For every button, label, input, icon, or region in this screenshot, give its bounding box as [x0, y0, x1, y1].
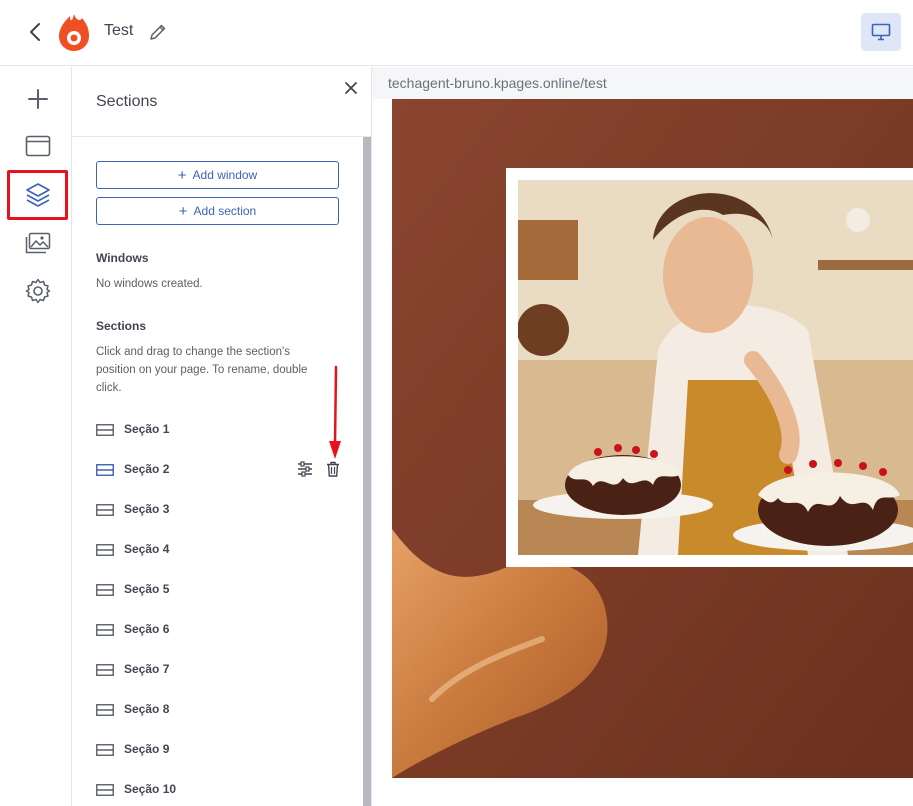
section-label: Seção 4: [124, 542, 170, 556]
annotation-arrow: [329, 365, 341, 459]
scrollbar-thumb[interactable]: [363, 137, 371, 806]
sections-button[interactable]: [7, 170, 68, 220]
browser-window-icon: [25, 135, 51, 157]
section-row[interactable]: Seção 9: [96, 736, 346, 762]
gallery-button[interactable]: [14, 221, 62, 265]
section-rows-icon: [96, 543, 114, 556]
windows-button[interactable]: [14, 124, 62, 168]
url-bar: techagent-bruno.kpages.online/test: [372, 67, 913, 99]
back-button[interactable]: [24, 20, 48, 44]
sections-panel: Sections + Add window + Add section Wind…: [72, 67, 372, 806]
chevron-left-icon: [30, 23, 40, 41]
close-icon: [345, 82, 357, 94]
section-label: Seção 10: [124, 782, 177, 796]
page-title: Test: [104, 22, 134, 39]
desktop-view-button[interactable]: [861, 13, 901, 51]
plus-icon: [28, 89, 48, 109]
photo-frame[interactable]: [506, 168, 913, 567]
gear-icon: [25, 278, 51, 304]
top-bar: Test: [0, 0, 913, 66]
section-rows-icon: [96, 463, 114, 476]
section-label: Seção 8: [124, 702, 170, 716]
section-rows-icon: [96, 503, 114, 516]
page-url: techagent-bruno.kpages.online/test: [388, 75, 607, 91]
plus-icon: +: [178, 202, 188, 220]
page-preview-canvas[interactable]: [392, 99, 913, 778]
section-rows-icon: [96, 583, 114, 596]
section-label: Seção 5: [124, 582, 170, 596]
section-label: Seção 2: [124, 462, 170, 476]
section-row[interactable]: Seção 4: [96, 536, 346, 562]
add-section-button[interactable]: + Add section: [96, 197, 339, 225]
plus-icon: +: [177, 166, 187, 184]
desktop-icon: [871, 23, 891, 41]
section-row[interactable]: Seção 8: [96, 696, 346, 722]
section-rows-icon: [96, 663, 114, 676]
section-rows-icon: [96, 623, 114, 636]
add-section-label: Add section: [193, 204, 257, 218]
section-rows-icon: [96, 423, 114, 436]
section-row[interactable]: Seção 3: [96, 496, 346, 522]
section-label: Seção 7: [124, 662, 170, 676]
add-window-button[interactable]: + Add window: [96, 161, 339, 189]
section-row[interactable]: Seção 6: [96, 616, 346, 642]
section-label: Seção 6: [124, 622, 170, 636]
windows-heading: Windows: [96, 251, 149, 265]
section-row[interactable]: Seção 1: [96, 416, 346, 442]
image-gallery-icon: [25, 232, 51, 254]
section-label: Seção 9: [124, 742, 170, 756]
section-row[interactable]: Seção 10: [96, 776, 346, 802]
sliders-icon[interactable]: [296, 460, 314, 478]
section-row[interactable]: Seção 7: [96, 656, 346, 682]
section-row[interactable]: Seção 5: [96, 576, 346, 602]
panel-header: Sections: [72, 67, 371, 137]
pencil-icon: [150, 24, 166, 40]
section-rows-icon: [96, 703, 114, 716]
section-label: Seção 1: [124, 422, 170, 436]
add-element-button[interactable]: [14, 77, 62, 121]
settings-button[interactable]: [14, 269, 62, 313]
section-label: Seção 3: [124, 502, 170, 516]
section-row[interactable]: Seção 2: [96, 456, 346, 482]
close-panel-button[interactable]: [342, 79, 360, 97]
sections-help-text: Click and drag to change the section's p…: [96, 346, 308, 394]
windows-empty-text: No windows created.: [96, 278, 203, 290]
sections-heading: Sections: [96, 319, 147, 333]
panel-title: Sections: [96, 93, 158, 110]
tool-sidebar: [0, 67, 72, 806]
flame-logo: [58, 12, 90, 52]
section-rows-icon: [96, 743, 114, 756]
add-window-label: Add window: [192, 168, 258, 182]
preview-footer-area: [392, 778, 913, 806]
baker-photo: [518, 180, 913, 555]
section-rows-icon: [96, 783, 114, 796]
layers-icon: [25, 183, 50, 207]
edit-title-button[interactable]: [148, 22, 168, 42]
